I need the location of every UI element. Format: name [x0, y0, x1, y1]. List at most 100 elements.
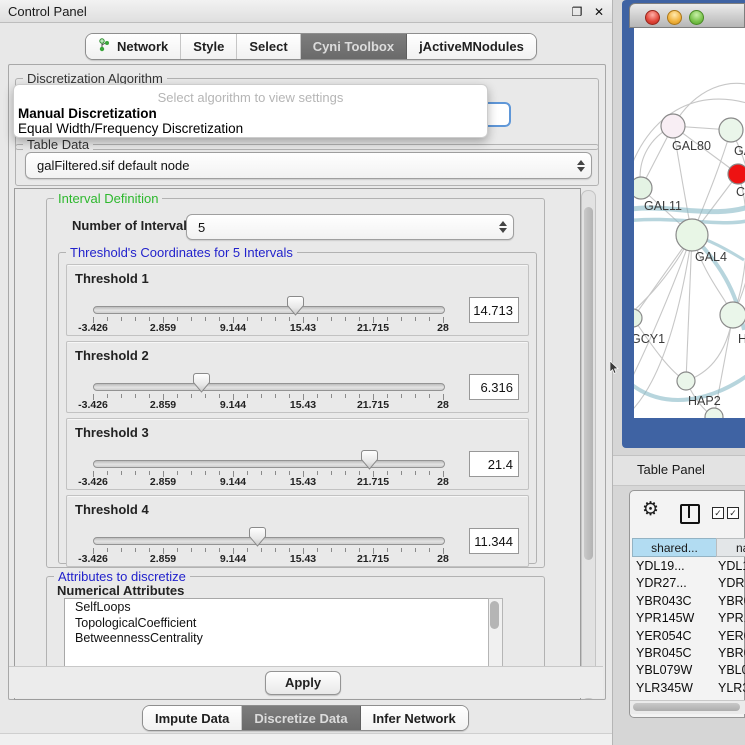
network-node[interactable]	[720, 302, 745, 328]
cell-name[interactable]: YDL1	[718, 559, 745, 573]
table-row[interactable]: YBR045C YBR0	[630, 645, 745, 662]
slider-track[interactable]	[93, 383, 445, 391]
column-header-shared[interactable]: shared...	[632, 538, 717, 557]
cell-name[interactable]: YBR0	[718, 646, 745, 660]
control-panel-title: Control Panel	[8, 4, 87, 19]
slider-tick-label: 15.43	[290, 553, 316, 565]
network-edge[interactable]	[634, 318, 686, 381]
network-node[interactable]	[728, 164, 745, 184]
zoom-traffic-light[interactable]	[689, 10, 704, 25]
number-of-intervals-spinner[interactable]: 5	[186, 214, 514, 240]
slider-track[interactable]	[93, 537, 445, 545]
tab-discretize-data[interactable]: Discretize Data	[242, 706, 360, 730]
float-window-icon[interactable]: ❐	[570, 5, 584, 19]
threshold-label: Threshold 4	[75, 502, 149, 517]
number-of-intervals-label: Number of Intervals	[72, 218, 194, 233]
table-row[interactable]: YLR345W YLR3	[630, 680, 745, 697]
cell-shared-name[interactable]: YER054C	[636, 629, 692, 643]
slider-tick	[331, 317, 332, 321]
table-row[interactable]: YDL19... YDL1	[630, 558, 745, 575]
network-edge[interactable]	[634, 235, 692, 390]
slider-track[interactable]	[93, 306, 445, 314]
slider-thumb[interactable]	[361, 450, 378, 470]
network-node[interactable]	[677, 372, 695, 390]
tab-network[interactable]: Network	[86, 34, 181, 59]
cell-shared-name[interactable]: YDL19...	[636, 559, 685, 573]
cell-shared-name[interactable]: YPR145W	[636, 611, 694, 625]
table-row[interactable]: YDR27... YDR2	[630, 575, 745, 592]
slider-thumb[interactable]	[249, 527, 266, 547]
checkbox-icon-1[interactable]: ✓	[712, 507, 724, 519]
table-row[interactable]: YER054C YER0	[630, 628, 745, 645]
cell-name[interactable]: YPR1	[718, 611, 745, 625]
checkbox-icon-2[interactable]: ✓	[727, 507, 739, 519]
table-data-combobox[interactable]: galFiltered.sif default node	[25, 152, 592, 179]
column-header-name[interactable]: na	[716, 538, 745, 557]
cell-name[interactable]: YLR3	[718, 681, 745, 695]
apply-button[interactable]: Apply	[265, 671, 341, 695]
cell-shared-name[interactable]: YLR345W	[636, 681, 693, 695]
close-traffic-light[interactable]	[645, 10, 660, 25]
attribute-list-item[interactable]: SelfLoops	[65, 599, 489, 615]
network-canvas[interactable]: GAL80GACGAL11GAL4HGCY1HAP2	[634, 28, 745, 418]
slider-tick	[247, 548, 248, 552]
cell-name[interactable]: YBR0	[718, 594, 745, 608]
slider-thumb[interactable]	[193, 373, 210, 393]
network-node[interactable]	[634, 309, 642, 327]
tab-impute-data[interactable]: Impute Data	[143, 706, 242, 730]
tab-style[interactable]: Style	[181, 34, 237, 59]
panel-scrollbar-thumb[interactable]	[584, 207, 593, 560]
threshold-value-input[interactable]	[469, 374, 519, 400]
algorithm-dropdown-popup: Select algorithm to view settings Manual…	[13, 84, 488, 138]
algorithm-option-manual[interactable]: Manual Discretization	[18, 106, 157, 121]
attribute-list-item[interactable]: BetweennessCentrality	[65, 630, 489, 646]
tab-infer-network[interactable]: Infer Network	[361, 706, 468, 730]
slider-tick-label: 2.859	[150, 553, 176, 565]
network-node-label: GA	[734, 144, 745, 158]
column-layout-icon[interactable]	[680, 504, 700, 524]
cell-name[interactable]: YBL0	[718, 663, 745, 677]
slider-tick	[359, 317, 360, 321]
slider-tick	[219, 394, 220, 398]
slider-tick	[345, 317, 346, 321]
gear-icon[interactable]: ⚙	[642, 500, 659, 519]
slider-thumb[interactable]	[287, 296, 304, 316]
cell-name[interactable]: YER0	[718, 629, 745, 643]
threshold-value-input[interactable]	[469, 528, 519, 554]
network-node[interactable]	[661, 114, 685, 138]
network-node[interactable]	[676, 219, 708, 251]
attribute-list-item[interactable]: TopologicalCoefficient	[65, 615, 489, 631]
minimize-traffic-light[interactable]	[667, 10, 682, 25]
threshold-label: Threshold 2	[75, 348, 149, 363]
threshold-value-input[interactable]	[469, 297, 519, 323]
cell-shared-name[interactable]: YBR045C	[636, 646, 692, 660]
slider-tick	[429, 471, 430, 475]
tab-cyni-toolbox[interactable]: Cyni Toolbox	[301, 34, 407, 59]
algorithm-combobox-focus-fragment[interactable]	[486, 102, 511, 127]
close-panel-icon[interactable]: ✕	[592, 5, 606, 19]
algorithm-option-equal-width[interactable]: Equal Width/Frequency Discretization	[18, 121, 243, 136]
threshold-value-input[interactable]	[469, 451, 519, 477]
network-window-titlebar[interactable]	[629, 3, 745, 28]
table-hscrollbar-thumb[interactable]	[633, 703, 740, 711]
slider-tick	[401, 317, 402, 321]
cell-shared-name[interactable]: YDR27...	[636, 576, 687, 590]
network-node[interactable]	[634, 177, 652, 199]
network-node[interactable]	[719, 118, 743, 142]
slider-tick	[317, 548, 318, 552]
cell-shared-name[interactable]: YBR043C	[636, 594, 692, 608]
table-row[interactable]: YPR145W YPR1	[630, 610, 745, 627]
slider-tick	[107, 471, 108, 475]
attributes-scrollbar-thumb[interactable]	[490, 601, 499, 629]
tab-select[interactable]: Select	[237, 34, 300, 59]
cell-name[interactable]: YDR2	[718, 576, 745, 590]
network-node[interactable]	[705, 408, 723, 418]
slider-tick	[177, 471, 178, 475]
tab-jactivemnodules[interactable]: jActiveMNodules	[407, 34, 536, 59]
numerical-attributes-list[interactable]: SelfLoopsTopologicalCoefficientBetweenne…	[64, 598, 490, 668]
slider-tick	[275, 317, 276, 321]
slider-track[interactable]	[93, 460, 445, 468]
table-row[interactable]: YBL079W YBL0	[630, 662, 745, 679]
table-row[interactable]: YBR043C YBR0	[630, 593, 745, 610]
cell-shared-name[interactable]: YBL079W	[636, 663, 692, 677]
